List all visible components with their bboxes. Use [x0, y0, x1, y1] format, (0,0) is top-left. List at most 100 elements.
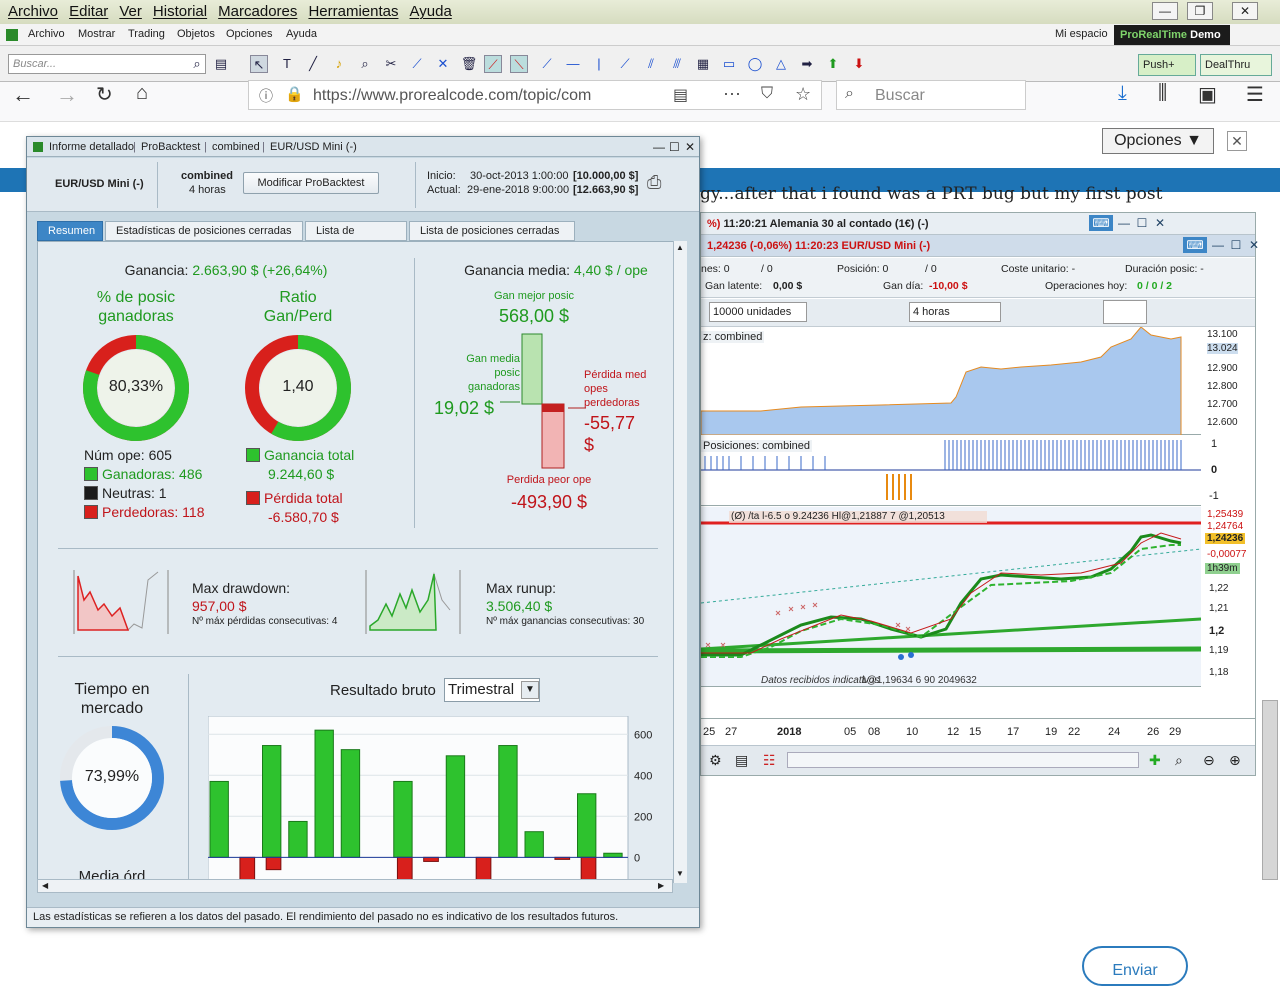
- chevron-down-icon[interactable]: ▼: [521, 681, 539, 699]
- alert-bell-icon[interactable]: ♪: [330, 55, 348, 73]
- prt-menu-trading[interactable]: Trading: [128, 28, 165, 40]
- ray-icon[interactable]: ⟋: [616, 55, 634, 73]
- zoom-fit-icon[interactable]: ⌕: [1175, 752, 1183, 769]
- trend-down-tool-icon[interactable]: ⟍: [510, 55, 528, 73]
- trash-icon[interactable]: 🗑: [460, 55, 478, 73]
- reader-icon[interactable]: ▤: [673, 85, 688, 105]
- close-icon[interactable]: ✕: [1245, 237, 1263, 253]
- zoom-out-icon[interactable]: ⊖: [1203, 752, 1215, 769]
- page-scrollbar[interactable]: [1262, 700, 1278, 880]
- cross-tool-icon[interactable]: ✕: [434, 55, 452, 73]
- minimize-icon[interactable]: —: [1115, 215, 1133, 231]
- zoom-in-icon[interactable]: ⊕: [1229, 752, 1241, 769]
- chart-hscrollbar[interactable]: [787, 752, 1139, 768]
- ruler-icon[interactable]: ╱: [304, 55, 322, 73]
- content-hscrollbar[interactable]: ◀ ▶: [37, 879, 673, 893]
- push-button[interactable]: Push+: [1138, 54, 1196, 76]
- prt-menu-mostrar[interactable]: Mostrar: [78, 28, 115, 40]
- compare-icon[interactable]: ☷: [763, 752, 776, 769]
- browser-search[interactable]: ⌕ Buscar: [836, 80, 1026, 110]
- close-icon[interactable]: ✕: [1227, 131, 1247, 151]
- arrow-down-icon[interactable]: ⬇: [850, 55, 868, 73]
- screener-icon[interactable]: ▤: [212, 55, 230, 73]
- menu-historial[interactable]: Historial: [153, 0, 207, 24]
- pocket-icon[interactable]: ⛉: [761, 85, 773, 103]
- more-icon[interactable]: ···: [723, 83, 741, 104]
- tab-estadisticas[interactable]: Estadísticas de posiciones cerradas: [105, 221, 303, 241]
- tab-resumen[interactable]: Resumen: [37, 221, 103, 241]
- segment-icon[interactable]: ⟋: [538, 55, 556, 73]
- cursor-icon[interactable]: ↖: [250, 55, 268, 73]
- units-select[interactable]: 10000 unidades: [709, 302, 807, 322]
- hamburger-menu-icon[interactable]: ☰: [1246, 82, 1264, 107]
- trend-up-tool-icon[interactable]: ⟋: [484, 55, 502, 73]
- line-tool-icon[interactable]: ⟋: [408, 55, 426, 73]
- scroll-down-icon[interactable]: ▼: [676, 869, 684, 878]
- minimize-button[interactable]: —: [1152, 2, 1178, 20]
- chart-type-icon[interactable]: [1103, 300, 1147, 324]
- tools-icon[interactable]: ✂: [382, 55, 400, 73]
- arrow-right-icon[interactable]: ➡: [798, 55, 816, 73]
- menu-marcadores[interactable]: Marcadores: [218, 0, 297, 24]
- settings-icon[interactable]: ⚙: [709, 752, 722, 769]
- zoom-icon[interactable]: ⌕: [356, 55, 374, 73]
- keyboard-icon[interactable]: ⌨: [1183, 237, 1207, 253]
- dealthru-button[interactable]: DealThru: [1200, 54, 1272, 76]
- maximize-icon[interactable]: ☐: [1227, 237, 1245, 253]
- bookmark-star-icon[interactable]: ☆: [795, 84, 811, 105]
- url-bar[interactable]: ⓘ 🔒 https://www.prorealcode.com/topic/co…: [248, 80, 822, 110]
- mi-espacio-link[interactable]: Mi espacio: [1055, 28, 1108, 40]
- modificar-probacktest-button[interactable]: Modificar ProBacktest: [243, 172, 379, 194]
- ellipse-icon[interactable]: ◯: [746, 55, 764, 73]
- timeframe-select[interactable]: 4 horas: [909, 302, 1001, 322]
- prt-menu-ayuda[interactable]: Ayuda: [286, 28, 317, 40]
- grid-icon[interactable]: ▦: [694, 55, 712, 73]
- minimize-icon[interactable]: —: [1209, 237, 1227, 253]
- info-icon[interactable]: ⓘ: [259, 86, 273, 106]
- prt-menu-archivo[interactable]: Archivo: [28, 28, 65, 40]
- prt-menu-opciones[interactable]: Opciones: [226, 28, 272, 40]
- text-icon[interactable]: T: [278, 55, 296, 73]
- content-vscrollbar[interactable]: ▲ ▼: [673, 241, 687, 883]
- tab-lista-posiciones[interactable]: Lista de posiciones cerradas: [409, 221, 575, 241]
- list-icon[interactable]: ▤: [735, 752, 748, 769]
- search-icon[interactable]: ⌕: [188, 55, 206, 73]
- channel-icon[interactable]: ⫽: [642, 55, 660, 73]
- arrow-up-icon[interactable]: ⬆: [824, 55, 842, 73]
- print-icon[interactable]: ⎙: [647, 172, 661, 193]
- rectangle-icon[interactable]: ▭: [720, 55, 738, 73]
- fibo-icon[interactable]: ⫻: [668, 55, 686, 73]
- library-icon[interactable]: ⫼: [1158, 82, 1167, 105]
- prt-search-input[interactable]: Buscar...: [8, 54, 206, 74]
- maximize-icon[interactable]: ☐: [1133, 215, 1151, 231]
- tab-lista-ordenes[interactable]: Lista de órdenes: [305, 221, 407, 255]
- close-icon[interactable]: ✕: [1151, 215, 1169, 231]
- scroll-up-icon[interactable]: ▲: [676, 243, 684, 252]
- back-icon[interactable]: ←: [12, 82, 34, 108]
- crosshair-icon[interactable]: ✚: [1149, 752, 1161, 769]
- prt-menu-objetos[interactable]: Objetos: [177, 28, 215, 40]
- reload-icon[interactable]: ↻: [96, 82, 113, 107]
- opciones-button[interactable]: Opciones ▼: [1102, 128, 1214, 154]
- menu-archivo[interactable]: Archivo: [8, 0, 58, 24]
- url-text[interactable]: https://www.prorealcode.com/topic/com: [313, 87, 591, 105]
- minimize-icon[interactable]: —: [653, 137, 665, 157]
- enviar-button[interactable]: Enviar: [1082, 946, 1188, 986]
- forward-icon[interactable]: →: [56, 82, 78, 108]
- menu-ayuda[interactable]: Ayuda: [410, 0, 452, 24]
- keyboard-icon[interactable]: ⌨: [1089, 215, 1113, 231]
- resultado-period-select[interactable]: Trimestral ▼: [444, 678, 540, 702]
- home-icon[interactable]: ⌂: [136, 82, 148, 105]
- hline-icon[interactable]: —: [564, 55, 582, 73]
- triangle-icon[interactable]: △: [772, 55, 790, 73]
- scroll-left-icon[interactable]: ◀: [42, 881, 48, 890]
- close-icon[interactable]: ✕: [685, 137, 695, 157]
- download-icon[interactable]: ⤓: [1118, 82, 1127, 105]
- menu-ver[interactable]: Ver: [119, 0, 142, 24]
- maximize-icon[interactable]: ☐: [669, 137, 680, 157]
- menu-editar[interactable]: Editar: [69, 0, 108, 24]
- close-window-button[interactable]: ✕: [1232, 2, 1258, 20]
- maximize-button[interactable]: ❐: [1187, 2, 1213, 20]
- menu-herramientas[interactable]: Herramientas: [308, 0, 398, 24]
- scroll-right-icon[interactable]: ▶: [658, 881, 664, 890]
